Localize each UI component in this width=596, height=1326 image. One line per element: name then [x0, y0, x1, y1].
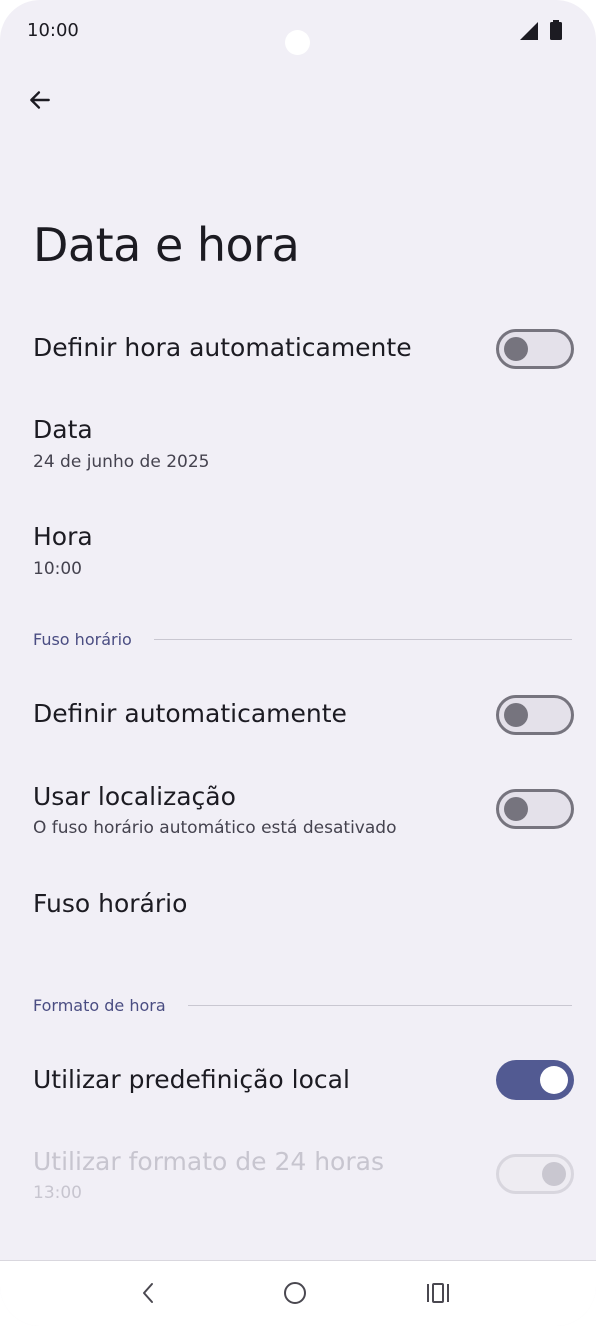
- timezone-row[interactable]: Fuso horário: [0, 870, 596, 950]
- auto-timezone-label: Definir automaticamente: [33, 699, 347, 728]
- auto-time-switch[interactable]: [496, 329, 574, 369]
- arrow-left-icon: [30, 91, 50, 109]
- locale-default-label: Utilizar predefinição local: [33, 1065, 350, 1094]
- timezone-section-header: Fuso horário: [33, 628, 572, 650]
- date-value: 24 de junho de 2025: [33, 452, 210, 472]
- format-24h-switch: [496, 1154, 574, 1194]
- section-divider: [187, 1004, 572, 1006]
- use-location-subtitle: O fuso horário automático está desativad…: [33, 818, 397, 838]
- format-24h-label: Utilizar formato de 24 horas: [33, 1147, 384, 1176]
- switch-knob: [542, 1162, 566, 1186]
- nav-recents-button[interactable]: [416, 1273, 460, 1313]
- time-row[interactable]: Hora 10:00: [0, 508, 596, 598]
- switch-knob: [540, 1066, 568, 1094]
- circle-home-icon: [284, 1282, 306, 1304]
- page-title: Data e hora: [33, 218, 300, 272]
- camera-cutout: [285, 30, 310, 55]
- back-button[interactable]: [20, 80, 60, 120]
- status-bar: 10:00: [0, 0, 596, 60]
- auto-timezone-row[interactable]: Definir automaticamente: [0, 675, 596, 755]
- section-label: Fuso horário: [33, 629, 132, 649]
- switch-knob: [504, 703, 528, 727]
- date-row[interactable]: Data 24 de junho de 2025: [0, 400, 596, 490]
- time-value: 10:00: [33, 559, 82, 579]
- use-location-label: Usar localização: [33, 782, 236, 811]
- status-time: 10:00: [27, 20, 79, 41]
- phone-screen: 10:00 Data e hora Definir hora automatic…: [0, 0, 596, 1326]
- chevron-left-icon: [143, 1283, 153, 1303]
- battery-icon: [550, 20, 562, 40]
- section-label: Formato de hora: [33, 995, 166, 1015]
- nav-home-button[interactable]: [273, 1273, 317, 1313]
- date-label: Data: [33, 415, 93, 444]
- use-location-switch[interactable]: [496, 789, 574, 829]
- navigation-bar: [0, 1260, 596, 1326]
- locale-default-row[interactable]: Utilizar predefinição local: [0, 1040, 596, 1120]
- nav-back-button[interactable]: [126, 1273, 170, 1313]
- section-divider: [153, 638, 572, 640]
- auto-time-row[interactable]: Definir hora automaticamente: [0, 310, 596, 390]
- format-24h-example: 13:00: [33, 1183, 82, 1203]
- switch-knob: [504, 337, 528, 361]
- time-format-section-header: Formato de hora: [33, 994, 572, 1016]
- auto-timezone-switch[interactable]: [496, 695, 574, 735]
- locale-default-switch[interactable]: [496, 1060, 574, 1100]
- format-24h-row: Utilizar formato de 24 horas 13:00: [0, 1135, 596, 1225]
- auto-time-label: Definir hora automaticamente: [33, 333, 412, 362]
- signal-icon: [520, 22, 538, 40]
- switch-knob: [504, 797, 528, 821]
- time-label: Hora: [33, 522, 93, 551]
- timezone-label: Fuso horário: [33, 889, 188, 918]
- recents-icon: [427, 1283, 449, 1303]
- use-location-row[interactable]: Usar localização O fuso horário automáti…: [0, 768, 596, 858]
